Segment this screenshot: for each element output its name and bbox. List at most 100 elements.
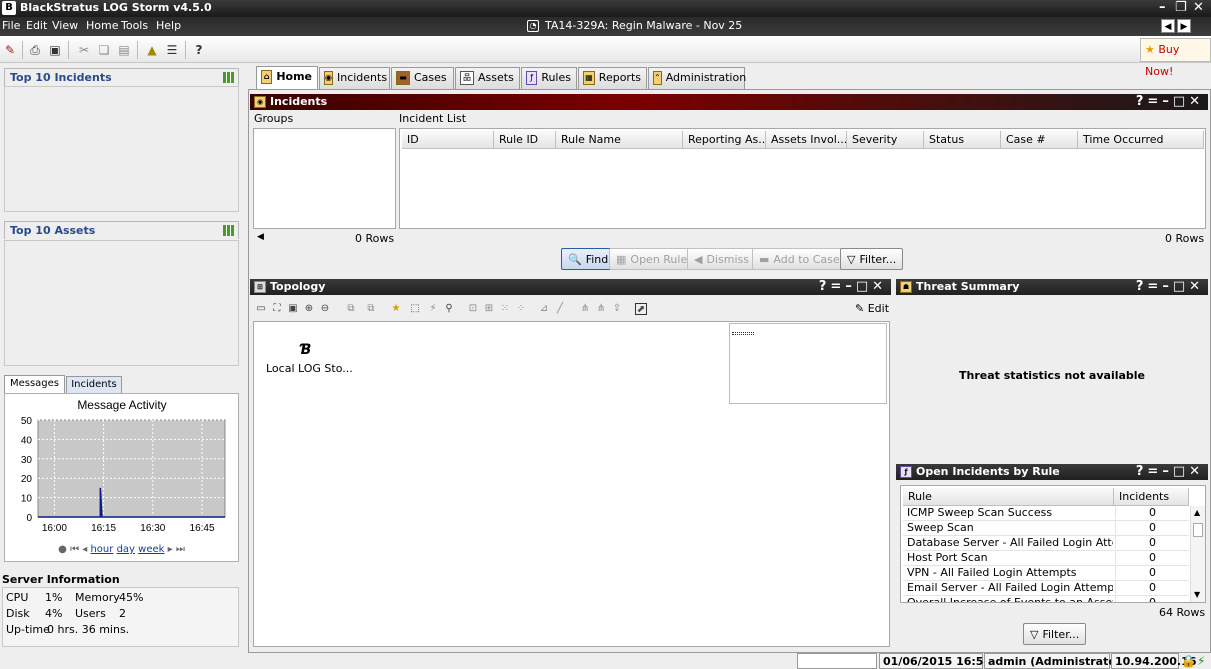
minimize-icon[interactable]: – — [1159, 0, 1166, 15]
print-icon[interactable]: ⎙ — [27, 42, 43, 58]
groups-list[interactable] — [253, 128, 396, 229]
menu-tools[interactable]: Tools — [121, 19, 148, 32]
link-icon[interactable]: ⚡ — [427, 303, 439, 315]
menu-edit[interactable]: Edit — [26, 19, 47, 32]
menu-view[interactable]: View — [52, 19, 78, 32]
col-rule-id[interactable]: Rule ID — [494, 131, 556, 149]
topology-canvas[interactable]: Ɓ Local LOG Sto... — [253, 321, 890, 647]
topology-overview[interactable] — [729, 323, 887, 404]
select-icon[interactable]: ⬚ — [409, 303, 421, 315]
resize-icon[interactable]: ⊿ — [538, 303, 550, 315]
topology-node-label[interactable]: Local LOG Sto... — [266, 362, 353, 375]
ungroup-icon[interactable]: ⧉ — [365, 303, 377, 315]
table-row[interactable]: Email Server - All Failed Login Attempts… — [903, 581, 1189, 596]
overview-toggle-icon[interactable]: ⬈ — [635, 303, 647, 315]
table-row[interactable]: Database Server - All Failed Login Atte.… — [903, 536, 1189, 551]
col-time-occurred[interactable]: Time Occurred — [1078, 131, 1204, 149]
table-row[interactable]: ICMP Sweep Scan Success 0 — [903, 506, 1189, 521]
connect-icon[interactable]: ✎ — [2, 42, 18, 58]
news-feed[interactable]: ◔ TA14-329A: Regin Malware - Nov 25 — [527, 19, 742, 32]
close-icon[interactable]: ✕ — [1193, 0, 1204, 15]
add-to-case-button[interactable]: ▬ Add to Case — [752, 248, 847, 270]
export-icon[interactable]: ⇪ — [611, 303, 623, 315]
feed-prev-button[interactable]: ◀ — [1161, 19, 1175, 33]
settings-icon[interactable]: ☰ — [164, 42, 180, 58]
fit-window-icon[interactable]: ⛶ — [271, 303, 283, 315]
range-week-link[interactable]: week — [138, 544, 164, 555]
tab-incidents[interactable]: ◉ Incidents — [319, 67, 390, 89]
feed-next-button[interactable]: ▶ — [1177, 19, 1191, 33]
col-status[interactable]: Status — [924, 131, 1001, 149]
star-icon[interactable]: ★ — [390, 303, 402, 315]
scroll-thumb[interactable] — [1193, 523, 1203, 537]
menu-help[interactable]: Help — [156, 19, 181, 32]
search-icon[interactable]: ⚲ — [443, 303, 455, 315]
tab-rules[interactable]: ƒ Rules — [521, 67, 577, 89]
tab-incidents-chart[interactable]: Incidents — [66, 376, 122, 393]
tab-messages[interactable]: Messages — [4, 375, 65, 393]
col-id[interactable]: ID — [402, 131, 494, 149]
panel-controls[interactable]: ?=–□✕ — [1136, 464, 1204, 479]
open-incidents-table[interactable]: Rule Incidents ICMP Sweep Scan Success 0 S… — [900, 485, 1206, 603]
col-assets-involved[interactable]: Assets Invol... — [766, 131, 847, 149]
panel-controls[interactable]: ?=–□✕ — [1136, 94, 1204, 109]
dismiss-button[interactable]: ◀ Dismiss — [687, 248, 756, 270]
zoom-out-icon[interactable]: ⊖ — [319, 303, 331, 315]
table-row[interactable]: Host Port Scan 0 — [903, 551, 1189, 566]
range-hour-link[interactable]: hour — [90, 544, 113, 555]
table-row[interactable]: Sweep Scan 0 — [903, 521, 1189, 536]
filter-button[interactable]: ▽ Filter... — [840, 248, 904, 270]
zoom-box-icon[interactable]: ▣ — [287, 303, 299, 315]
tab-reports[interactable]: ▦ Reports — [578, 67, 647, 89]
print-preview-icon[interactable]: ▣ — [47, 42, 63, 58]
restore-icon[interactable]: ❐ — [1175, 0, 1187, 15]
scroll-up-icon[interactable]: ▲ — [1194, 508, 1200, 517]
scroll-left-icon[interactable]: ◀ — [257, 232, 264, 242]
edit-button[interactable]: ✎ Edit — [855, 302, 889, 315]
incident-table[interactable]: ID Rule ID Rule Name Reporting As... Ass… — [399, 128, 1206, 229]
copy-icon[interactable]: ❏ — [96, 42, 112, 58]
chart-icon[interactable]: ▲ — [144, 42, 160, 58]
table-row[interactable]: VPN - All Failed Login Attempts 0 — [903, 566, 1189, 581]
tab-assets[interactable]: 品 Assets — [455, 67, 520, 89]
menu-home[interactable]: Home — [86, 19, 118, 32]
menu-file[interactable]: File — [2, 19, 20, 32]
col-incidents[interactable]: Incidents — [1114, 488, 1189, 506]
range-day-link[interactable]: day — [117, 544, 135, 555]
tab-home[interactable]: ⌂ Home — [256, 66, 318, 90]
group-icon[interactable]: ⧉ — [345, 303, 357, 315]
help-icon[interactable]: ? — [191, 42, 207, 58]
tab-administration[interactable]: ⌃ Administration — [648, 67, 746, 89]
paste-icon[interactable]: ▤ — [116, 42, 132, 58]
col-rule-name[interactable]: Rule Name — [556, 131, 683, 149]
open-rule-button[interactable]: ▦ Open Rule — [609, 248, 695, 270]
col-severity[interactable]: Severity — [847, 131, 924, 149]
hierarchy-icon[interactable]: ⋔ — [595, 303, 607, 315]
col-rule[interactable]: Rule — [903, 488, 1114, 506]
distribute-icon[interactable]: ⊞ — [483, 303, 495, 315]
panel-controls[interactable]: ?=–□✕ — [1136, 279, 1204, 294]
tree-layout-icon[interactable]: ⋔ — [579, 303, 591, 315]
open-incidents-filter-button[interactable]: ▽ Filter... — [1023, 623, 1087, 645]
nav-last-icon[interactable]: ▸ ⏭ — [168, 544, 185, 555]
tab-cases[interactable]: ▬ Cases — [391, 67, 454, 89]
nav-first-icon[interactable]: ● ⏮ ◂ — [58, 544, 87, 555]
collapse-icon[interactable]: ⁘ — [515, 303, 527, 315]
buy-now-button[interactable]: ★ Buy Now! — [1140, 38, 1211, 78]
table-row[interactable]: Overall Increase of Events to an Asset0 — [903, 596, 1189, 602]
fit-view-icon[interactable]: ▭ — [255, 303, 267, 315]
grid-view-icon[interactable] — [223, 225, 234, 236]
scroll-down-icon[interactable]: ▼ — [1194, 590, 1200, 599]
spread-icon[interactable]: ⁙ — [499, 303, 511, 315]
cut-icon[interactable]: ✂ — [76, 42, 92, 58]
align-icon[interactable]: ⊡ — [467, 303, 479, 315]
panel-controls[interactable]: ?=–□✕ — [819, 279, 887, 294]
find-button[interactable]: 🔍 Find — [561, 248, 616, 270]
col-reporting-asset[interactable]: Reporting As... — [683, 131, 766, 149]
col-case-number[interactable]: Case # — [1001, 131, 1078, 149]
grid-view-icon[interactable] — [223, 72, 234, 83]
scrollbar[interactable]: ▲ ▼ — [1190, 506, 1205, 602]
line-icon[interactable]: ╱ — [554, 303, 566, 315]
log-storm-node-icon[interactable]: Ɓ — [300, 342, 311, 358]
zoom-in-icon[interactable]: ⊕ — [303, 303, 315, 315]
